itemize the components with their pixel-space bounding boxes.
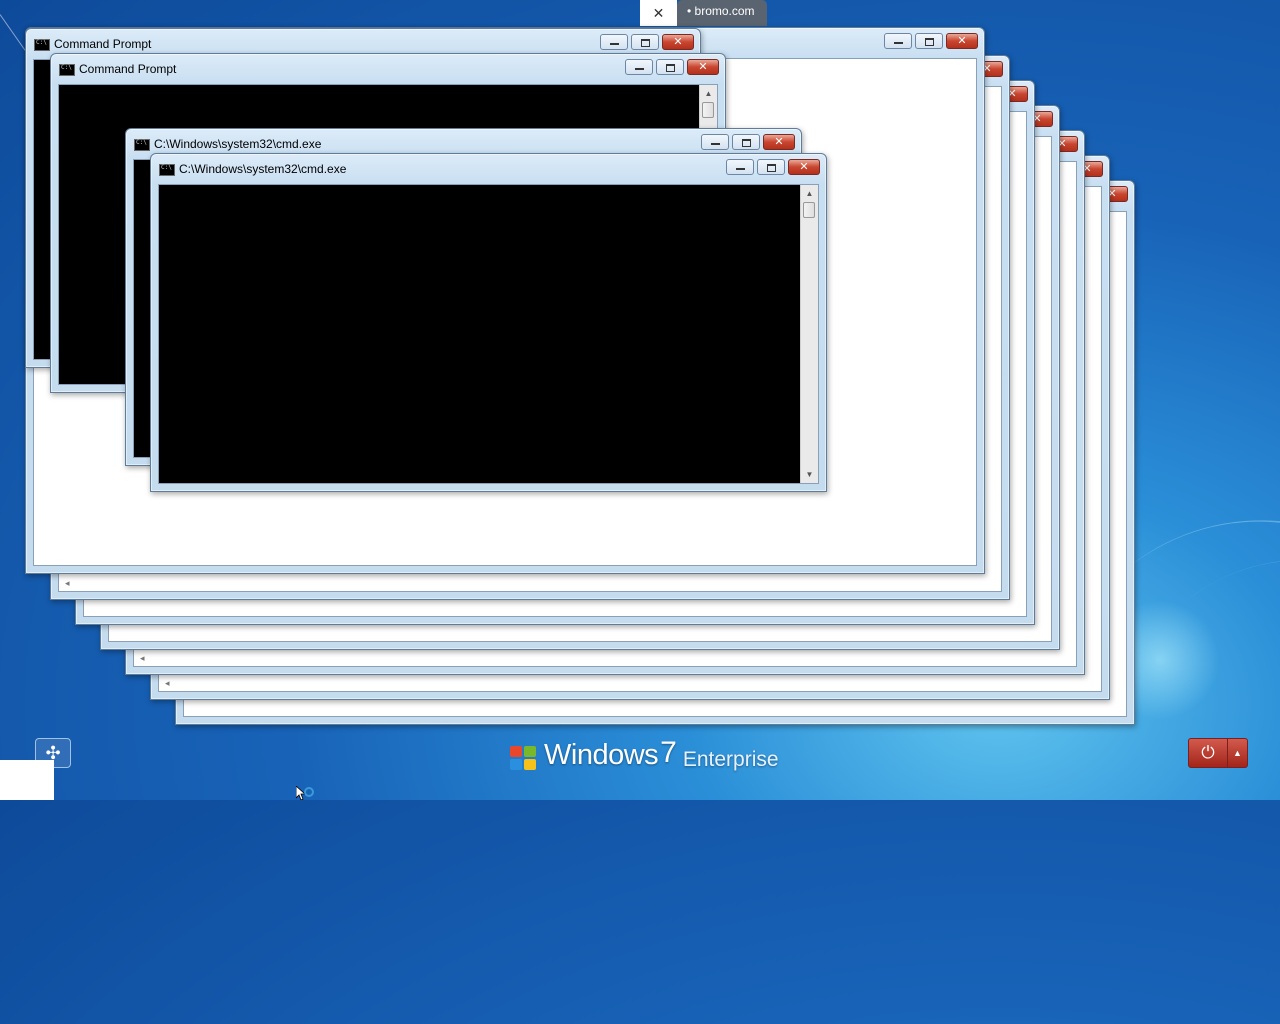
cmd-icon (134, 139, 150, 151)
minimize-button[interactable] (726, 159, 754, 175)
busy-cursor-icon (296, 786, 314, 800)
console-area[interactable]: ▲ ▼ (158, 184, 819, 484)
window-title: Command Prompt (54, 37, 152, 51)
power-icon[interactable]: ⏻ (1189, 739, 1227, 767)
maximize-button[interactable] (732, 134, 760, 150)
window-controls (884, 33, 978, 51)
window-controls (726, 159, 820, 177)
power-button[interactable]: ⏻ ▲ (1188, 738, 1248, 768)
white-overlay (0, 760, 54, 800)
window-title: C:\Windows\system32\cmd.exe (154, 137, 322, 151)
scroll-down-icon[interactable]: ▼ (801, 466, 818, 483)
minimize-button[interactable] (625, 59, 653, 75)
minimize-button[interactable] (884, 33, 912, 49)
window-controls (701, 134, 795, 152)
scroll-left-icon[interactable]: ◂ (165, 678, 170, 689)
close-button[interactable] (687, 59, 719, 75)
scroll-thumb[interactable] (803, 202, 815, 218)
window-title: Command Prompt (79, 62, 177, 76)
brand-edition: Enterprise (682, 748, 779, 771)
minimize-button[interactable] (701, 134, 729, 150)
windows-branding: Windows 7 Enterprise (510, 736, 779, 772)
brand-name: Windows (544, 739, 659, 771)
scroll-up-icon[interactable]: ▲ (700, 85, 717, 102)
close-button[interactable] (662, 34, 694, 50)
brand-version: 7 (660, 736, 677, 769)
windows-logo-icon (510, 746, 538, 772)
scroll-thumb[interactable] (702, 102, 714, 118)
close-button[interactable] (946, 33, 978, 49)
vertical-scrollbar[interactable]: ▲ ▼ (800, 185, 818, 483)
window-controls (625, 59, 719, 77)
window-controls (600, 34, 694, 52)
minimize-button[interactable] (600, 34, 628, 50)
browser-tab-close-button[interactable]: ✕ (640, 0, 677, 26)
cmd-icon (59, 64, 75, 76)
scroll-up-icon[interactable]: ▲ (801, 185, 818, 202)
maximize-button[interactable] (656, 59, 684, 75)
maximize-button[interactable] (631, 34, 659, 50)
close-button[interactable] (788, 159, 820, 175)
cmd-icon (159, 164, 175, 176)
cmd-exe-window[interactable]: C:\Windows\system32\cmd.exe ▲ ▼ (150, 153, 827, 492)
maximize-button[interactable] (757, 159, 785, 175)
cmd-icon (34, 39, 50, 51)
window-title: C:\Windows\system32\cmd.exe (179, 162, 347, 176)
close-button[interactable] (763, 134, 795, 150)
scroll-left-icon[interactable]: ◂ (65, 578, 70, 589)
scroll-left-icon[interactable]: ◂ (140, 653, 145, 664)
browser-tab[interactable]: • bromo.com (677, 0, 767, 26)
maximize-button[interactable] (915, 33, 943, 49)
power-options-arrow-icon[interactable]: ▲ (1227, 739, 1247, 767)
